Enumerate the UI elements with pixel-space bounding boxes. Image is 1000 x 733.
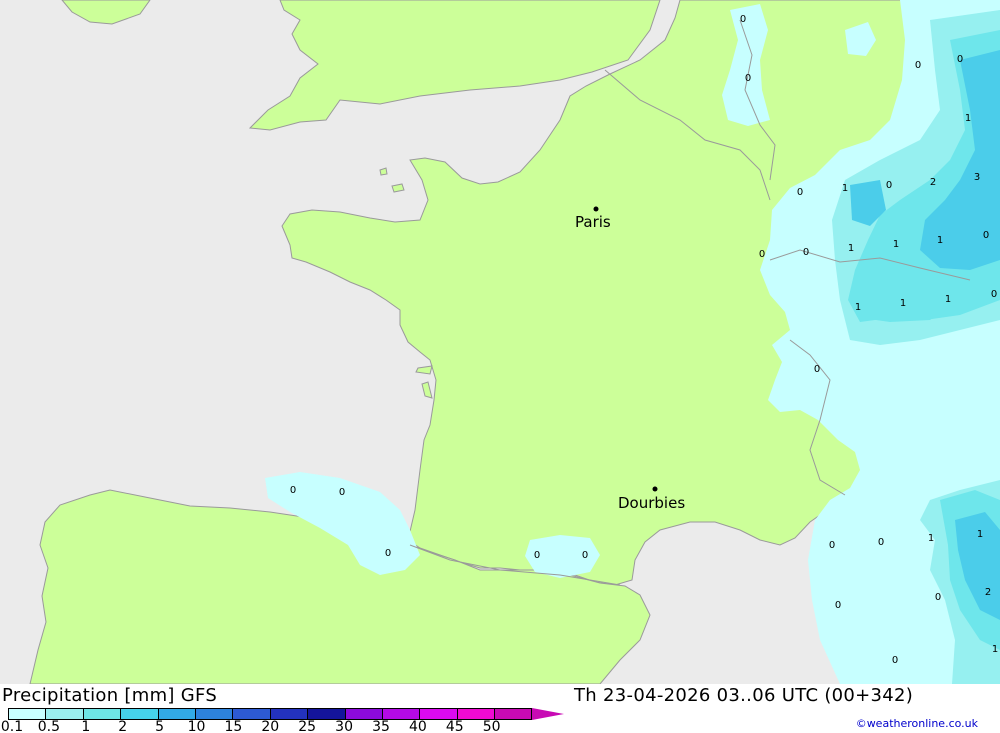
color-scale-label: 50 (482, 719, 501, 733)
precip-value: 1 (848, 243, 854, 254)
precip-value: 0 (759, 249, 765, 260)
precip-value: 3 (974, 172, 980, 183)
precip-value: 1 (965, 113, 971, 124)
color-scale-label: 40 (408, 719, 427, 733)
precip-value: 0 (878, 537, 884, 548)
precip-value: 1 (893, 239, 899, 250)
precip-value: 0 (892, 655, 898, 666)
precip-value: 1 (977, 529, 983, 540)
precip-value: 1 (842, 183, 848, 194)
precip-value: 1 (937, 235, 943, 246)
color-scale-label: 45 (445, 719, 464, 733)
precip-value: 0 (991, 289, 997, 300)
color-scale-label: 0.1 (0, 719, 24, 733)
color-scale-label: 35 (372, 719, 390, 733)
weather-map-frame: Paris Dourbies 0 0 0 0 1 0 2 3 0 1 0 0 1… (0, 0, 1000, 733)
precip-value: 0 (803, 247, 809, 258)
paris-marker (593, 206, 599, 212)
precip-value: 0 (915, 60, 921, 71)
color-scale-label: 25 (298, 719, 317, 733)
precip-value: 0 (983, 230, 989, 241)
color-scale-label: 1 (81, 719, 91, 733)
precip-value: 0 (835, 600, 841, 611)
color-scale-label: 2 (118, 719, 128, 733)
color-scale-label: 10 (187, 719, 206, 733)
precip-value: 0 (935, 592, 941, 603)
color-scale-label: 30 (335, 719, 354, 733)
precip-value: 0 (740, 14, 746, 25)
precip-value: 0 (385, 548, 391, 559)
dourbies-label: Dourbies (618, 494, 685, 512)
map-title: Precipitation [mm] GFS (2, 685, 218, 706)
precip-value: 0 (290, 485, 296, 496)
color-scale-label: 20 (261, 719, 280, 733)
paris-label: Paris (575, 213, 611, 231)
precip-value: 1 (900, 298, 906, 309)
precipitation-map: Paris Dourbies 0 0 0 0 1 0 2 3 0 1 0 0 1… (0, 0, 1000, 684)
precip-value: 0 (957, 54, 963, 65)
color-scale (8, 708, 565, 720)
precip-value: 0 (582, 550, 588, 561)
precip-value: 0 (886, 180, 892, 191)
precip-value: 2 (985, 587, 991, 598)
precip-value: 2 (930, 177, 936, 188)
color-scale-label: 15 (224, 719, 243, 733)
precip-value: 1 (855, 302, 861, 313)
precip-value: 0 (745, 73, 751, 84)
precip-value: 1 (945, 294, 951, 305)
legend-footer: Precipitation [mm] GFS Th 23-04-2026 03.… (0, 684, 1000, 733)
dourbies-marker (652, 486, 658, 492)
precip-value: 0 (814, 364, 820, 375)
precip-value: 0 (339, 487, 345, 498)
color-scale-label: 0.5 (37, 719, 61, 733)
forecast-time: Th 23-04-2026 03..06 UTC (00+342) (574, 685, 914, 706)
precip-value: 1 (928, 533, 934, 544)
color-scale-tip (532, 708, 565, 720)
precip-value: 0 (829, 540, 835, 551)
color-scale-label: 5 (155, 719, 165, 733)
precip-value: 1 (992, 644, 998, 655)
credit-link[interactable]: ©weatheronline.co.uk (856, 717, 978, 730)
precip-value: 0 (797, 187, 803, 198)
precip-value: 0 (534, 550, 540, 561)
